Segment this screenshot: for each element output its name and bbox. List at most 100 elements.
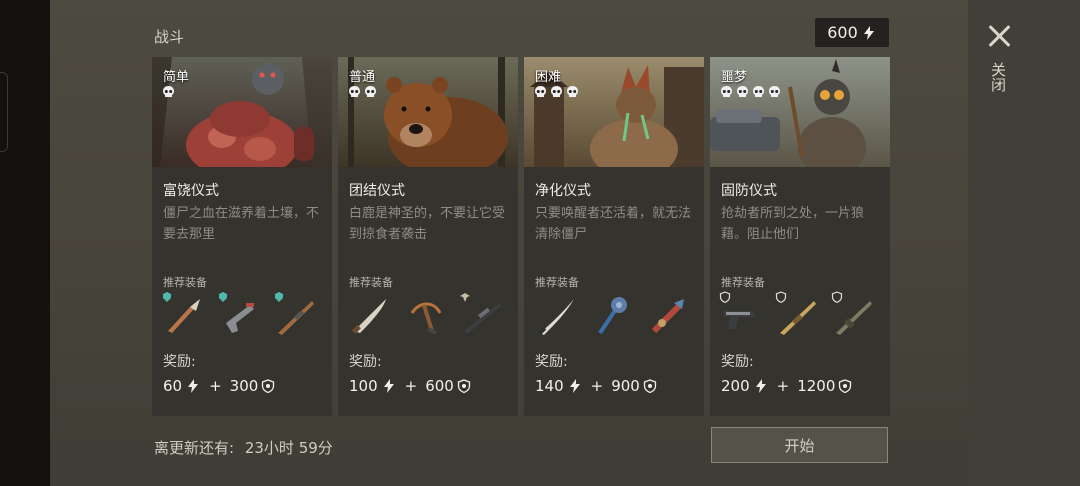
equipment-shotgun[interactable] [774,291,820,337]
equipment-crossbow[interactable] [402,293,448,337]
energy-bolt-icon [188,379,199,393]
recommended-label: 推荐装备 [349,276,393,289]
reward-points: 300 [229,377,259,395]
reward-energy: 200 [721,377,750,395]
timer-value: 23小时 59分 [244,439,333,457]
reward-values: 100 + 600 [349,377,471,395]
reward-energy: 100 [349,377,378,395]
currency-amount: 600 [827,23,858,42]
shield-points-icon [262,379,275,393]
page-title: 战斗 [154,28,185,46]
equipment-rifle[interactable] [272,292,318,337]
skull-icon [365,86,376,97]
phone-notch [0,72,8,152]
close-icon[interactable] [986,22,1014,50]
equipment-flamethrower[interactable] [644,293,690,337]
reward-values: 60 + 300 [163,377,275,395]
plus-sign: + [209,377,222,395]
event-card-nightmare[interactable]: 噩梦 固防仪式 抢劫者所到之处，一片狼藉。阻止他们 推荐装备 奖励: 200 +… [710,57,890,416]
equipment-sniper-rifle[interactable] [458,293,504,337]
plus-sign: + [776,377,790,395]
plus-sign: + [404,377,418,395]
equipment-katana[interactable] [532,293,578,337]
equipment-mace[interactable] [588,293,634,337]
reward-values: 140 + 900 [535,377,657,395]
skull-icon [349,86,360,97]
recommended-label: 推荐装备 [721,276,765,289]
event-card-normal[interactable]: 普通 团结仪式 白鹿是神圣的，不要让它受到掠食者袭击 推荐装备 奖励: 100 … [338,57,518,416]
difficulty-skulls [162,85,175,99]
rifle-icon [278,301,314,335]
skull-icon [163,86,174,97]
crossbow-icon [410,302,442,335]
energy-bolt-icon [569,379,580,393]
shotgun-icon [780,301,816,335]
skull-icon [551,86,562,97]
left-edge [0,0,50,486]
event-card-easy[interactable]: 简单 富饶仪式 僵尸之血在滋养着土壤，不要去那里 推荐装备 奖励: 60 + 3… [152,57,332,416]
shield-points-icon [457,379,471,393]
difficulty-skulls [720,85,781,99]
reward-values: 200 + 1200 [721,377,852,395]
skull-icon [737,86,748,97]
reward-label: 奖励: [535,354,568,370]
reward-points: 1200 [797,377,836,395]
difficulty-skulls [348,85,377,99]
refresh-timer: 离更新还有: 23小时 59分 [154,437,333,458]
card-title: 固防仪式 [721,183,777,199]
equipment-list [160,292,328,337]
equipment-pistol[interactable] [216,292,262,337]
katana-icon [537,299,574,336]
equipment-dagger[interactable] [160,292,206,337]
equipment-list [346,293,514,337]
energy-bolt-icon [863,25,874,40]
sniper-rifle-icon [464,303,501,334]
equipment-list [532,293,700,337]
reward-points: 600 [425,377,454,395]
machete-icon [351,299,386,334]
card-description: 只要唤醒者还活着，就无法清除僵尸 [535,206,692,242]
reward-energy: 60 [163,377,183,395]
start-button[interactable]: 开始 [711,427,888,463]
card-title: 团结仪式 [349,183,405,199]
recommended-label: 推荐装备 [535,276,579,289]
assault-rifle-icon [836,301,872,335]
difficulty-label: 噩梦 [721,70,748,85]
equipment-assault-rifle[interactable] [830,291,876,337]
recommended-label: 推荐装备 [163,276,207,289]
card-title: 净化仪式 [535,183,591,199]
pistol-icon [226,303,254,333]
difficulty-label: 普通 [349,70,376,85]
skull-icon [753,86,764,97]
dagger-icon [168,299,200,333]
equipment-machete[interactable] [346,293,392,337]
energy-bolt-icon [755,379,766,393]
event-card-hard[interactable]: 困难 净化仪式 只要唤醒者还活着，就无法清除僵尸 推荐装备 奖励: 140 + … [524,57,704,416]
skull-icon [721,86,732,97]
card-title: 富饶仪式 [163,183,219,199]
card-description: 僵尸之血在滋养着土壤，不要去那里 [163,206,320,242]
difficulty-label: 困难 [535,70,562,85]
reward-energy: 140 [535,377,564,395]
timer-label: 离更新还有: [154,439,235,457]
right-sidebar [968,0,1080,486]
plus-sign: + [590,377,604,395]
energy-bolt-icon [383,379,394,393]
difficulty-skulls [534,85,579,99]
reward-points: 900 [611,377,640,395]
close-label[interactable]: 关闭 [989,62,1009,92]
reward-label: 奖励: [349,354,382,370]
difficulty-label: 简单 [163,70,190,85]
skull-icon [769,86,780,97]
skull-icon [535,86,546,97]
reward-label: 奖励: [721,354,754,370]
mace-icon [598,297,627,335]
equipment-list [718,291,886,337]
equipment-heavy-pistol[interactable] [718,291,764,337]
flamethrower-icon [651,299,684,334]
heavy-pistol-icon [724,311,756,329]
shield-points-icon [839,379,852,393]
currency-display: 600 [815,18,889,47]
shield-points-icon [643,379,657,393]
card-description: 抢劫者所到之处，一片狼藉。阻止他们 [721,206,865,242]
